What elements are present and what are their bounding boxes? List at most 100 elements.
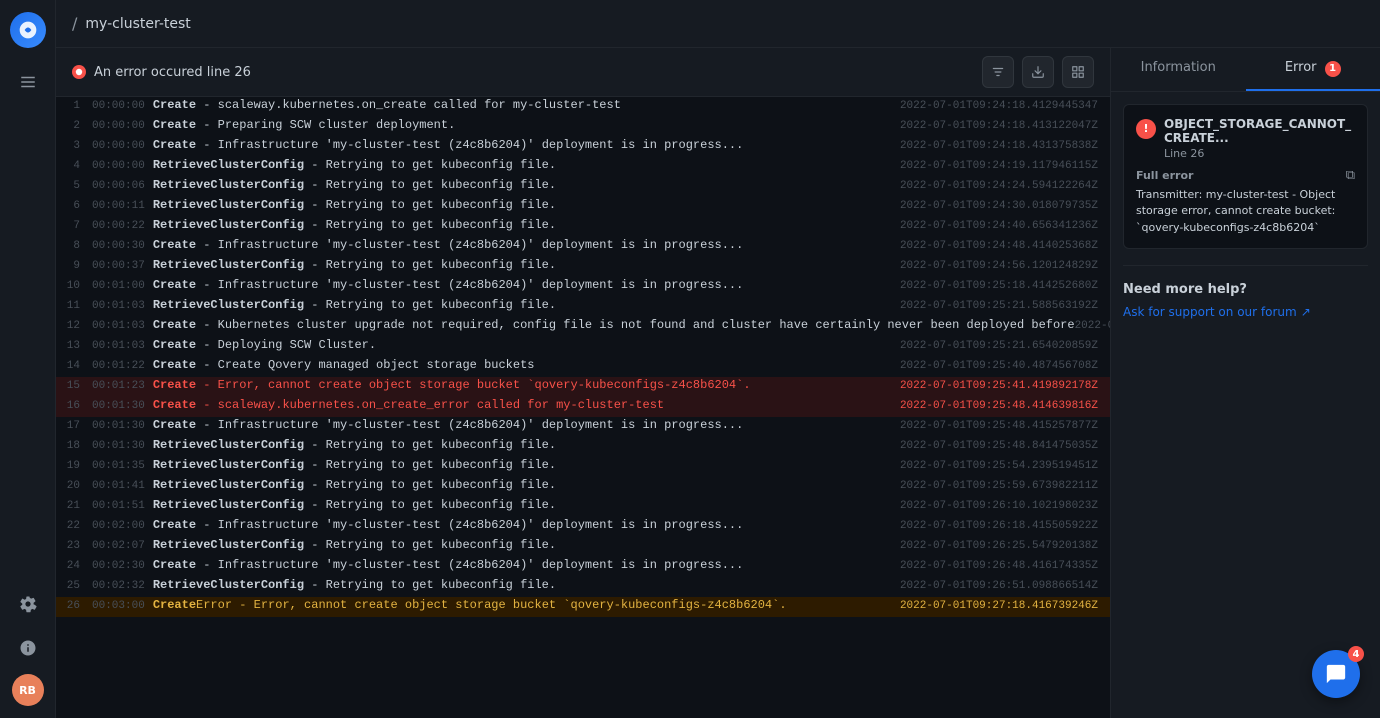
line-number: 1 [56,100,92,112]
line-number: 2 [56,120,92,132]
line-timestamp: 2022-07-01T09:25:48.415257877Z [900,420,1110,432]
line-content: RetrieveClusterConfig - Retrying to get … [153,258,900,272]
log-line: 2400:02:30Create - Infrastructure 'my-cl… [56,557,1110,577]
line-number: 19 [56,460,92,472]
log-line: 1300:01:03Create - Deploying SCW Cluster… [56,337,1110,357]
line-timestamp: 2022-07-01T09:24:30.018079735Z [900,200,1110,212]
line-content: RetrieveClusterConfig - Retrying to get … [153,578,900,592]
full-error-section: Full error ⧉ Transmitter: my-cluster-tes… [1136,168,1355,237]
log-line: 1000:01:00Create - Infrastructure 'my-cl… [56,277,1110,297]
log-line: 1900:01:35RetrieveClusterConfig - Retryi… [56,457,1110,477]
line-content: Create - Preparing SCW cluster deploymen… [153,118,900,132]
line-time: 00:01:23 [92,380,153,392]
line-content: Create - Error, cannot create object sto… [153,378,900,392]
user-avatar[interactable]: RB [12,674,44,706]
error-indicator [72,65,86,79]
line-number: 9 [56,260,92,272]
line-timestamp: 2022-07-01T09:24:40.656341236Z [900,220,1110,232]
log-line: 700:00:22RetrieveClusterConfig - Retryin… [56,217,1110,237]
line-content: Create - scaleway.kubernetes.on_create c… [153,98,900,112]
sidebar-menu-icon[interactable] [10,64,46,100]
log-line: 2100:01:51RetrieveClusterConfig - Retryi… [56,497,1110,517]
line-number: 22 [56,520,92,532]
full-error-label: Full error [1136,169,1193,182]
right-panel-content: ! OBJECT_STORAGE_CANNOT_CREATE... Line 2… [1111,92,1380,718]
copy-icon[interactable]: ⧉ [1346,168,1355,183]
download-button[interactable] [1022,56,1054,88]
log-line: 1100:01:03RetrieveClusterConfig - Retryi… [56,297,1110,317]
line-number: 16 [56,400,92,412]
log-line: 900:00:37RetrieveClusterConfig - Retryin… [56,257,1110,277]
line-number: 13 [56,340,92,352]
chat-button[interactable]: 4 [1312,650,1360,698]
log-lines-container[interactable]: 1 00:00:00 Create - scaleway.kubernetes.on… [56,97,1110,718]
need-help-title: Need more help? [1123,282,1368,297]
line-timestamp: 2022-07-01T09:25:21.654020859Z [900,340,1110,352]
line-content: Create - Create Qovery managed object st… [153,358,900,372]
line-time: 00:01:03 [92,320,153,332]
line-timestamp: 2022-07-01T09:24:18.4129445347 [900,100,1110,112]
line-time: 00:02:00 [92,520,153,532]
log-line: 500:00:06RetrieveClusterConfig - Retryin… [56,177,1110,197]
line-content: RetrieveClusterConfig - Retrying to get … [153,478,900,492]
line-timestamp: 2022-07-01T09:25:18.414252680Z [900,280,1110,292]
line-content: Create - Infrastructure 'my-cluster-test… [153,558,900,572]
line-time: 00:02:30 [92,560,153,572]
line-number: 12 [56,320,92,332]
line-time: 00:01:30 [92,440,153,452]
line-time: 00:01:51 [92,500,153,512]
line-timestamp: 2022-07-01T09:24:48.414025368Z [900,240,1110,252]
error-message: An error occured line 26 [94,65,251,80]
line-timestamp: 2022-07-01T09:27:18.416739246Z [900,600,1110,612]
forum-link[interactable]: Ask for support on our forum ↗ [1123,305,1368,319]
line-number: 11 [56,300,92,312]
line-timestamp: 2022-07-01T09:24:18.431375838Z [900,140,1110,152]
breadcrumb-slash: / [72,14,77,33]
log-line: 100:00:00Create - scaleway.kubernetes.on… [56,97,1110,117]
line-content: RetrieveClusterConfig - Retrying to get … [153,458,900,472]
sidebar-info-icon[interactable] [10,630,46,666]
line-number: 5 [56,180,92,192]
sidebar-settings-icon[interactable] [10,586,46,622]
log-line: 800:00:30Create - Infrastructure 'my-clu… [56,237,1110,257]
line-content: Create - scaleway.kubernetes.on_create_e… [153,398,900,412]
log-line: 600:00:11RetrieveClusterConfig - Retryin… [56,197,1110,217]
line-content: RetrieveClusterConfig - Retrying to get … [153,218,900,232]
line-number: 18 [56,440,92,452]
log-line: 400:00:00RetrieveClusterConfig - Retryin… [56,157,1110,177]
line-time: 00:00:37 [92,260,153,272]
log-line: 2300:02:07RetrieveClusterConfig - Retryi… [56,537,1110,557]
line-number: 26 [56,600,92,612]
line-number: 7 [56,220,92,232]
line-time: 00:01:03 [92,300,153,312]
line-content: Create - Kubernetes cluster upgrade not … [153,318,1075,332]
log-line: 2500:02:32RetrieveClusterConfig - Retryi… [56,577,1110,597]
line-number: 25 [56,580,92,592]
line-number: 21 [56,500,92,512]
expand-button[interactable] [1062,56,1094,88]
line-content: RetrieveClusterConfig - Retrying to get … [153,498,900,512]
line-content: Create - Infrastructure 'my-cluster-test… [153,138,900,152]
need-help-section: Need more help? Ask for support on our f… [1123,265,1368,319]
line-number: 4 [56,160,92,172]
line-time: 00:00:22 [92,220,153,232]
error-card-title: OBJECT_STORAGE_CANNOT_CREATE... [1164,117,1355,145]
line-time: 00:00:00 [92,140,153,152]
log-toolbar: An error occured line 26 [56,48,1110,97]
filter-button[interactable] [982,56,1014,88]
tab-information[interactable]: Information [1111,48,1246,91]
line-number: 6 [56,200,92,212]
app-logo[interactable] [10,12,46,48]
right-panel-tabs: Information Error 1 [1111,48,1380,92]
log-line: 1400:01:22Create - Create Qovery managed… [56,357,1110,377]
line-timestamp: 2022-07-01T09:25:48.841475035Z [900,440,1110,452]
log-line: 1600:01:30Create - scaleway.kubernetes.o… [56,397,1110,417]
tab-error[interactable]: Error 1 [1246,48,1380,91]
line-content: Create - Infrastructure 'my-cluster-test… [153,278,900,292]
line-content: Create - Infrastructure 'my-cluster-test… [153,238,900,252]
page-header: / my-cluster-test [56,0,1380,48]
log-line: 300:00:00Create - Infrastructure 'my-clu… [56,137,1110,157]
line-timestamp: 2022-07-01T09:24:19.117946115Z [900,160,1110,172]
line-timestamp: 2022-07-01T09:26:48.416174335Z [900,560,1110,572]
error-card-line: Line 26 [1164,147,1355,160]
